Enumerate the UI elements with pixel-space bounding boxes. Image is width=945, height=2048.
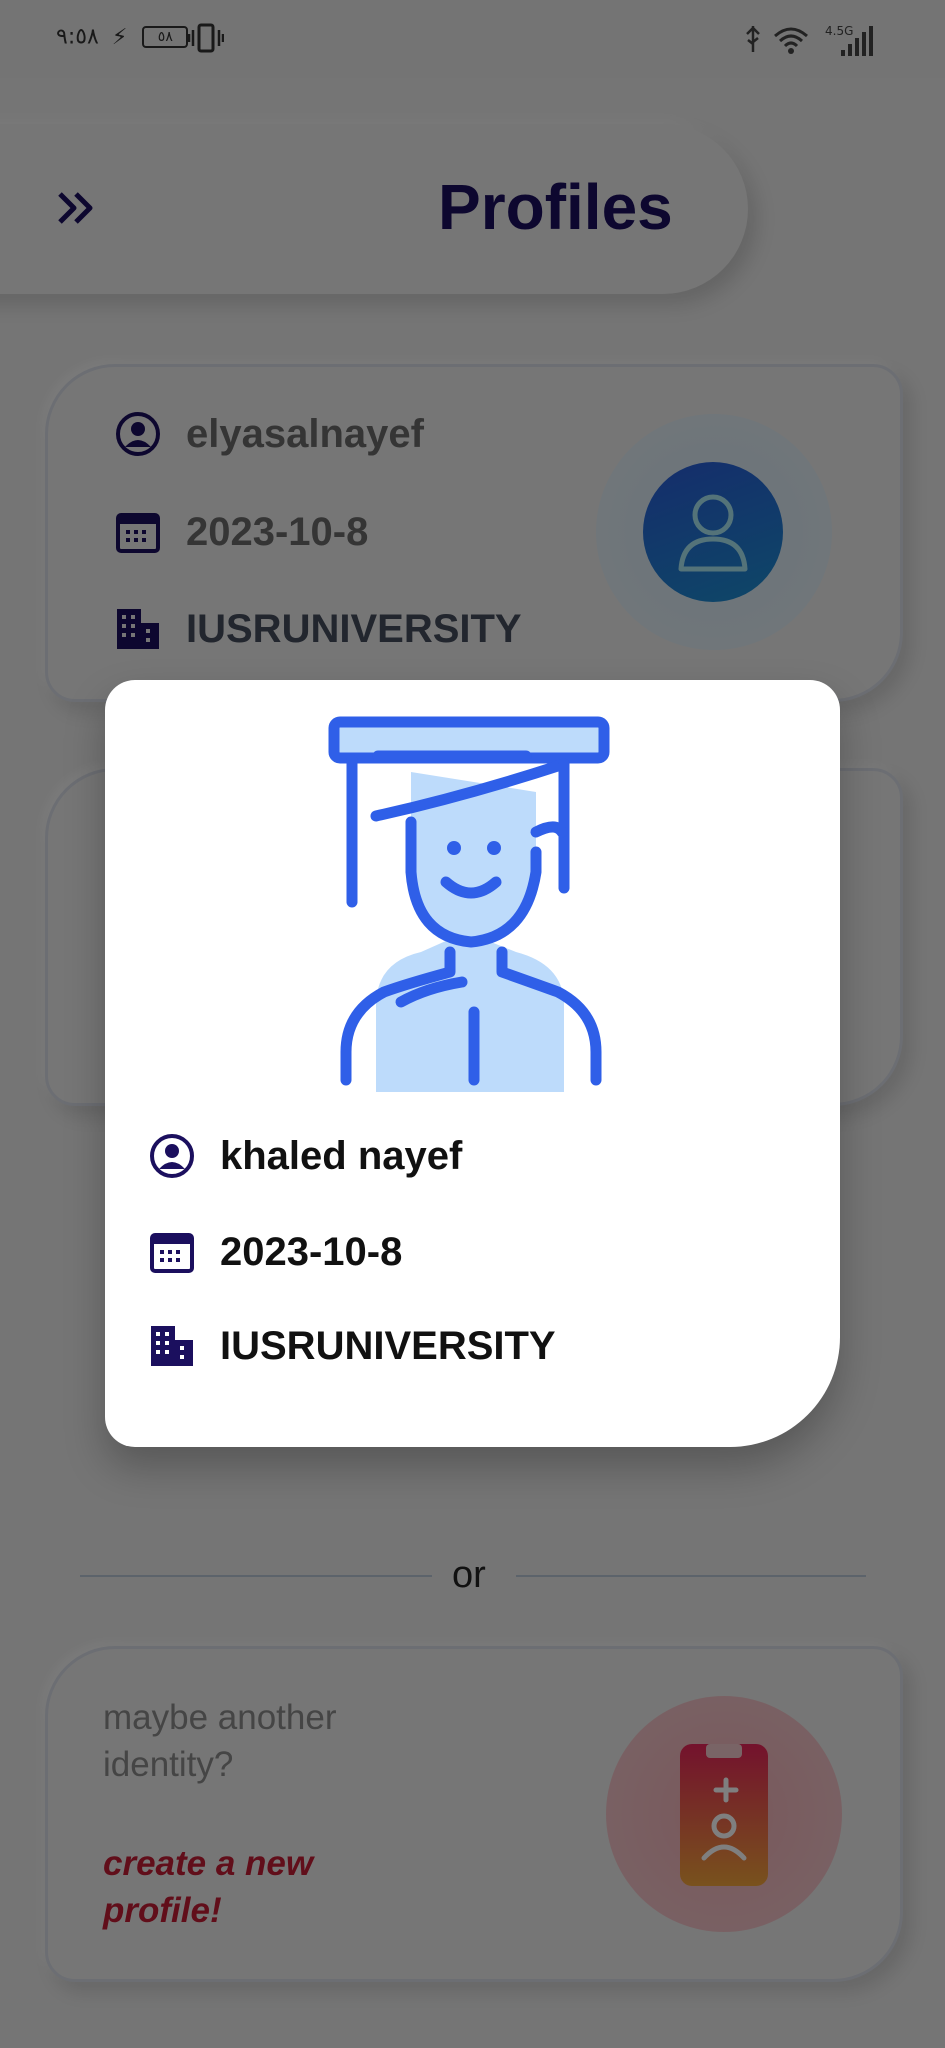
dialog-organization: IUSRUNIVERSITY xyxy=(220,1323,556,1368)
calendar-icon xyxy=(148,1228,196,1276)
dialog-name-row: khaled nayef xyxy=(148,1132,462,1180)
dialog-date-row: 2023-10-8 xyxy=(148,1228,402,1276)
dialog-org-row: IUSRUNIVERSITY xyxy=(148,1322,556,1370)
dialog-name: khaled nayef xyxy=(220,1133,463,1178)
dialog-date: 2023-10-8 xyxy=(220,1229,403,1274)
graduate-student-icon xyxy=(328,716,610,1092)
building-icon xyxy=(148,1322,196,1370)
user-circle-icon xyxy=(148,1132,196,1180)
